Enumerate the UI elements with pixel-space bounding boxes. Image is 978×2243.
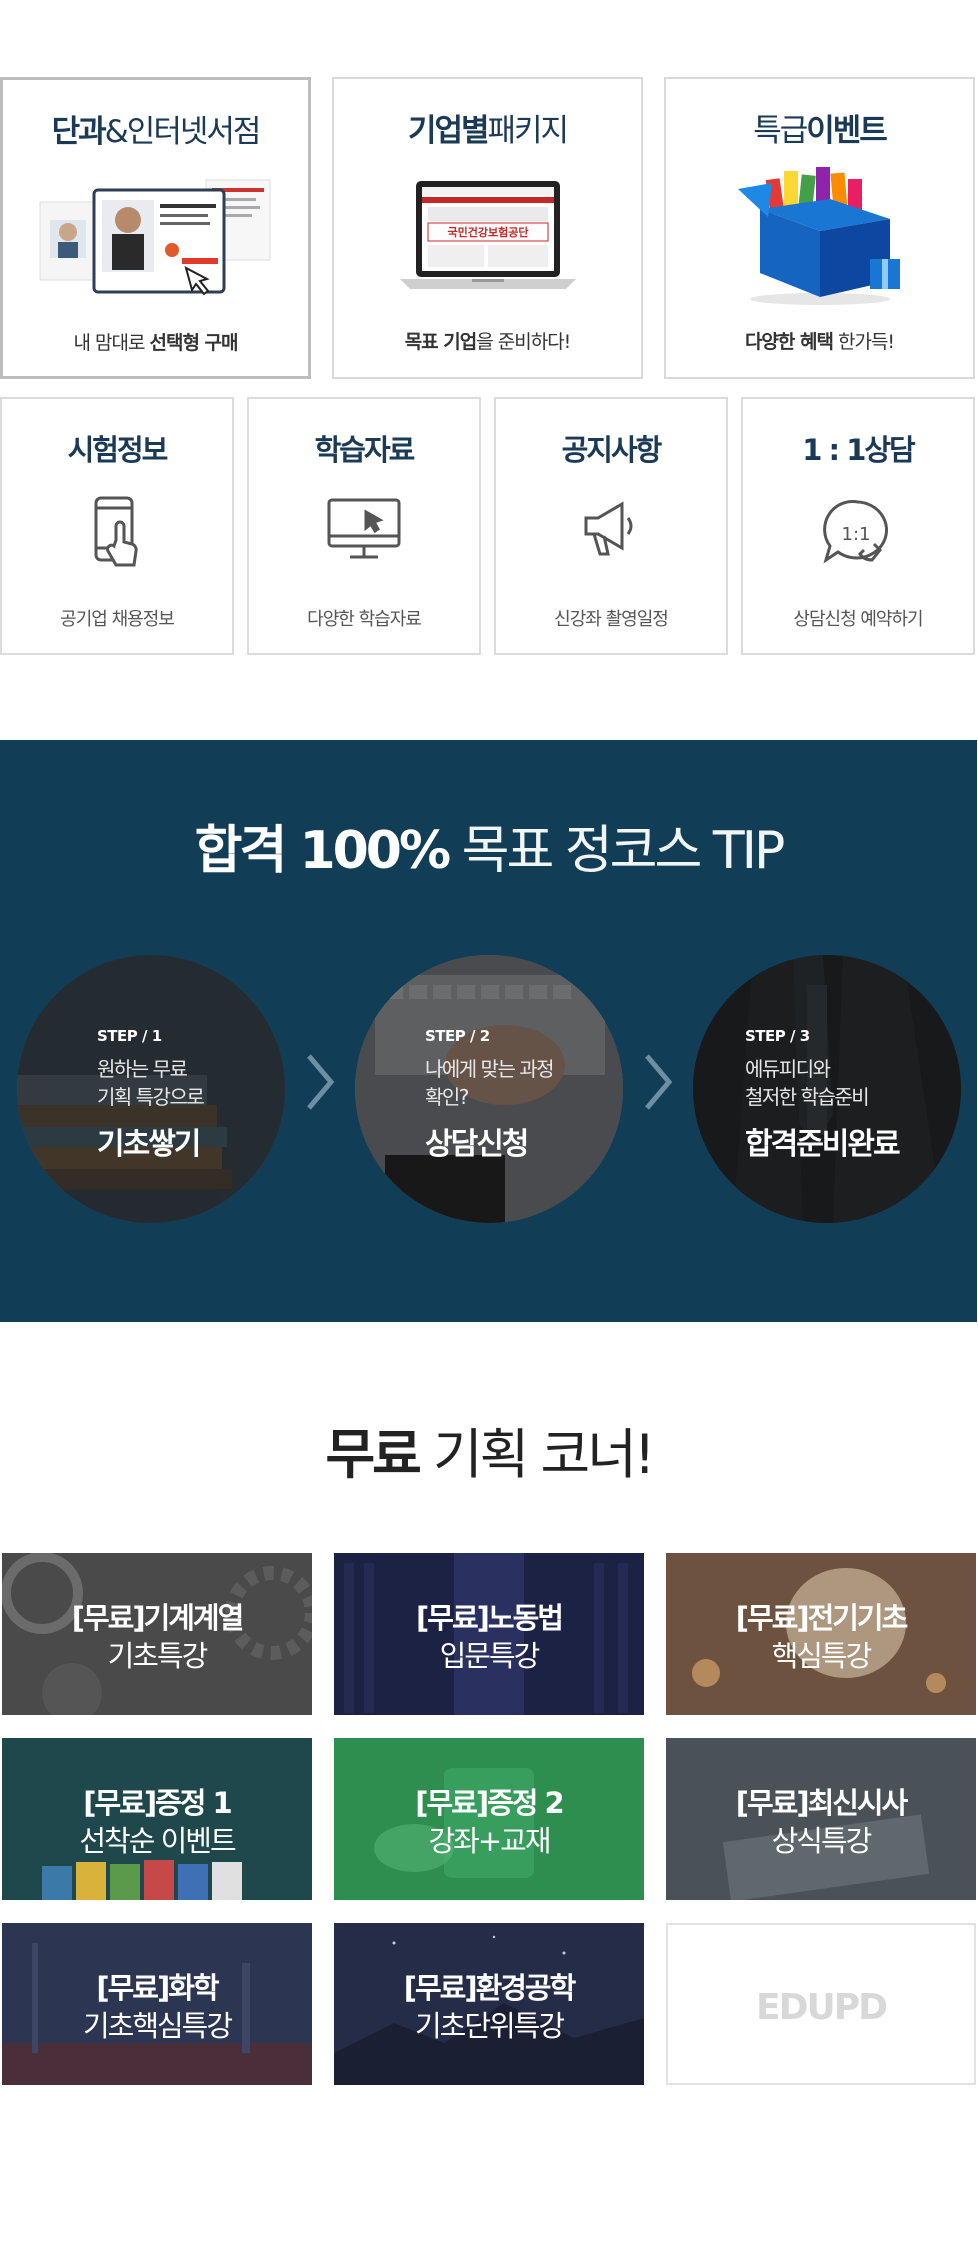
card-subtitle: 목표 기업을 준비하다! xyxy=(404,331,572,353)
card-title: 공지사항 xyxy=(561,433,663,467)
card-single-course[interactable]: 단과&인터넷서점 내 맘대로 선택형 구매 xyxy=(0,77,311,379)
smartphone-touch-icon xyxy=(82,494,152,580)
gift-box-illustration xyxy=(720,159,920,313)
step-tag: STEP / 2 xyxy=(425,1027,490,1045)
chevron-right-icon xyxy=(307,1054,335,1110)
tile-line2: 기초특강 xyxy=(107,1639,209,1673)
step-desc: 나에게 맞는 과정 확인? xyxy=(425,1057,555,1109)
tile-line1: [무료]기계계열 xyxy=(71,1601,245,1635)
card-title: 특급이벤트 xyxy=(753,113,888,149)
tile-line2: 기초단위특강 xyxy=(414,2009,565,2043)
step-desc: 에듀피디와 철저한 학습준비 xyxy=(745,1057,870,1109)
chevron-right-icon xyxy=(645,1054,673,1110)
svg-text:1:1: 1:1 xyxy=(842,524,871,545)
step-tag: STEP / 3 xyxy=(745,1027,810,1045)
tile-line2: 상식특강 xyxy=(771,1824,873,1858)
tile-free-labor-law[interactable]: [무료]노동법 입문특강 xyxy=(334,1553,644,1715)
free-corner-title: 무료 기획 코너! xyxy=(325,1423,655,1486)
card-title: 1 : 1상담 xyxy=(802,433,916,467)
phone-chat-icon: 1:1 xyxy=(818,494,898,578)
tile-free-mechanical[interactable]: [무료]기계계열 기초특강 xyxy=(2,1553,312,1715)
card-special-event[interactable]: 특급이벤트 다양한 혜택 한가득! xyxy=(664,77,975,379)
card-consultation[interactable]: 1 : 1상담 1:1 상담신청 예약하기 xyxy=(741,397,975,655)
step-desc: 원하는 무료 기획 특강으로 xyxy=(97,1057,205,1109)
tile-line1: [무료]최신시사 xyxy=(735,1786,909,1820)
monitor-cursor-icon xyxy=(324,494,404,568)
card-title: 시험정보 xyxy=(67,433,169,467)
tile-line2: 선착순 이벤트 xyxy=(79,1824,236,1858)
step-tag: STEP / 1 xyxy=(97,1027,162,1045)
tile-line1: [무료]화학 xyxy=(96,1971,219,2005)
tile-line2: 핵심특강 xyxy=(771,1639,873,1673)
card-title: 학습자료 xyxy=(314,433,416,467)
step-2-circle[interactable]: STEP / 2 나에게 맞는 과정 확인? 상담신청 xyxy=(355,955,623,1223)
tile-line1: [무료]증정 1 xyxy=(83,1786,233,1820)
card-subtitle: 공기업 채용정보 xyxy=(60,609,175,630)
step-headline: 상담신청 xyxy=(425,1127,529,1162)
edupd-logo: EDUPD xyxy=(756,1987,888,2028)
step-3-circle[interactable]: STEP / 3 에듀피디와 철저한 학습준비 합격준비완료 xyxy=(693,955,961,1223)
tile-line2: 입문특강 xyxy=(439,1639,541,1673)
tile-free-gift-1[interactable]: [무료]증정 1 선착순 이벤트 xyxy=(2,1738,312,1900)
tile-line2: 강좌+교재 xyxy=(428,1824,551,1858)
tile-free-electric[interactable]: [무료]전기기초 핵심특강 xyxy=(666,1553,976,1715)
card-subtitle: 신강좌 촬영일정 xyxy=(554,609,669,630)
card-subtitle: 내 맘대로 선택형 구매 xyxy=(73,332,238,354)
tile-line2: 기초핵심특강 xyxy=(82,2009,233,2043)
tile-line1: [무료]환경공학 xyxy=(403,1971,577,2005)
tile-free-env-engineering[interactable]: [무료]환경공학 기초단위특강 xyxy=(334,1923,644,2085)
tile-line1: [무료]노동법 xyxy=(416,1601,564,1635)
card-title: 기업별패키지 xyxy=(407,113,569,149)
tile-free-gift-2[interactable]: [무료]증정 2 강좌+교재 xyxy=(334,1738,644,1900)
card-subtitle: 다양한 혜택 한가득! xyxy=(744,331,895,353)
step-headline: 합격준비완료 xyxy=(745,1127,901,1162)
card-subtitle: 상담신청 예약하기 xyxy=(793,609,923,630)
tile-free-chemistry[interactable]: [무료]화학 기초핵심특강 xyxy=(2,1923,312,2085)
tip-title: 합격 100% 목표 정코스 TIP xyxy=(194,821,786,881)
card-notice[interactable]: 공지사항 신강좌 촬영일정 xyxy=(494,397,728,655)
megaphone-icon xyxy=(576,494,646,568)
lecture-screens-illustration xyxy=(36,172,276,316)
tile-line1: [무료]전기기초 xyxy=(735,1601,909,1635)
laptop-illustration: 국민건강보험공단 xyxy=(388,171,588,305)
step-headline: 기초쌓기 xyxy=(97,1127,201,1162)
card-company-package[interactable]: 기업별패키지 국민건강보험공단 목표 기업을 준비하다! xyxy=(332,77,643,379)
step-1-circle[interactable]: STEP / 1 원하는 무료 기획 특강으로 기초쌓기 xyxy=(17,955,285,1223)
card-subtitle: 다양한 학습자료 xyxy=(307,609,422,630)
tile-line1: [무료]증정 2 xyxy=(415,1786,565,1820)
card-study-materials[interactable]: 학습자료 다양한 학습자료 xyxy=(247,397,481,655)
card-title: 단과&인터넷서점 xyxy=(51,114,262,150)
tile-free-current-affairs[interactable]: [무료]최신시사 상식특강 xyxy=(666,1738,976,1900)
tip-banner: 합격 100% 목표 정코스 TIP STEP / 1 원하는 무료 기획 특강으… xyxy=(0,740,977,1322)
card-exam-info[interactable]: 시험정보 공기업 채용정보 xyxy=(0,397,234,655)
svg-text:국민건강보험공단: 국민건강보험공단 xyxy=(447,225,528,239)
tile-placeholder: EDUPD xyxy=(666,1923,976,2085)
